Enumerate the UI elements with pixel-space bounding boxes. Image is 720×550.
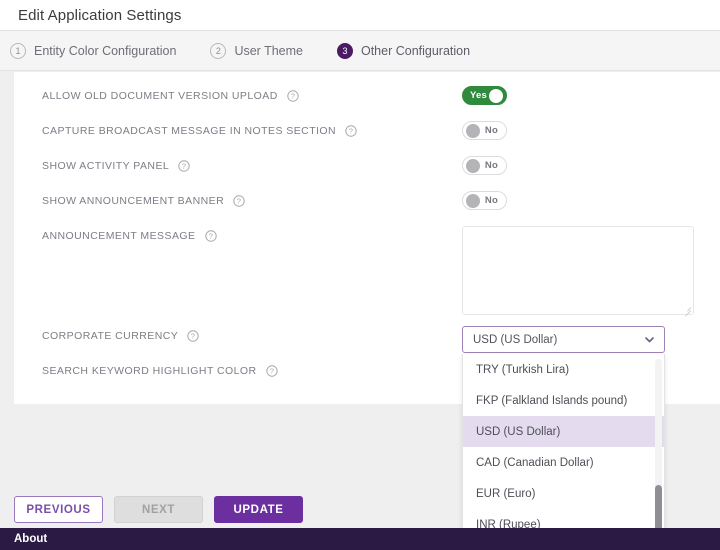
setting-label: SEARCH KEYWORD HIGHLIGHT COLOR bbox=[42, 365, 257, 377]
currency-options-dropdown[interactable]: TRY (Turkish Lira) FKP (Falkland Islands… bbox=[462, 354, 665, 537]
previous-button[interactable]: PREVIOUS bbox=[14, 496, 103, 523]
about-link[interactable]: About bbox=[14, 533, 47, 545]
setting-label-wrapper: SHOW ANNOUNCEMENT BANNER ? bbox=[42, 191, 462, 207]
app-header: Edit Application Settings bbox=[0, 0, 720, 31]
svg-text:?: ? bbox=[191, 332, 196, 341]
currency-option[interactable]: CAD (Canadian Dollar) bbox=[463, 447, 664, 478]
setting-control bbox=[462, 226, 720, 315]
toggle-knob bbox=[466, 159, 480, 173]
toggle-show-announcement-banner[interactable]: No bbox=[462, 191, 507, 210]
setting-label: ALLOW OLD DOCUMENT VERSION UPLOAD bbox=[42, 90, 278, 102]
corporate-currency-select-wrapper: USD (US Dollar) TRY (Turkish Lira) FKP (… bbox=[462, 326, 665, 353]
step-label: User Theme bbox=[234, 44, 303, 58]
help-circle-icon[interactable]: ? bbox=[287, 90, 299, 102]
tab-other-configuration[interactable]: 3 Other Configuration bbox=[337, 43, 470, 59]
step-number: 2 bbox=[210, 43, 226, 59]
setting-label-wrapper: ALLOW OLD DOCUMENT VERSION UPLOAD ? bbox=[42, 86, 462, 102]
corporate-currency-select[interactable]: USD (US Dollar) bbox=[462, 326, 665, 353]
toggle-capture-broadcast-message[interactable]: No bbox=[462, 121, 507, 140]
tab-entity-color-configuration[interactable]: 1 Entity Color Configuration bbox=[10, 43, 176, 59]
svg-text:?: ? bbox=[237, 197, 242, 206]
toggle-label: Yes bbox=[470, 90, 487, 101]
setting-control: Yes bbox=[462, 86, 720, 105]
setting-control: No bbox=[462, 156, 720, 175]
setting-label: CORPORATE CURRENCY bbox=[42, 330, 178, 342]
svg-text:?: ? bbox=[182, 162, 187, 171]
chevron-down-icon[interactable] bbox=[643, 333, 656, 346]
toggle-label: No bbox=[485, 195, 498, 206]
setting-row-allow-old-document-version-upload: ALLOW OLD DOCUMENT VERSION UPLOAD ? Yes bbox=[14, 86, 720, 121]
setting-row-show-announcement-banner: SHOW ANNOUNCEMENT BANNER ? No bbox=[14, 191, 720, 226]
help-circle-icon[interactable]: ? bbox=[178, 160, 190, 172]
setting-label: SHOW ACTIVITY PANEL bbox=[42, 160, 169, 172]
toggle-label: No bbox=[485, 125, 498, 136]
dropdown-scrollbar-thumb[interactable] bbox=[655, 485, 662, 531]
bottom-bar: About bbox=[0, 528, 720, 550]
tab-user-theme[interactable]: 2 User Theme bbox=[210, 43, 303, 59]
toggle-allow-old-document-version-upload[interactable]: Yes bbox=[462, 86, 507, 105]
help-circle-icon[interactable]: ? bbox=[266, 365, 278, 377]
toggle-show-activity-panel[interactable]: No bbox=[462, 156, 507, 175]
next-button[interactable]: NEXT bbox=[114, 496, 203, 523]
setting-label-wrapper: SEARCH KEYWORD HIGHLIGHT COLOR ? bbox=[42, 361, 462, 377]
svg-text:?: ? bbox=[349, 127, 354, 136]
step-number: 3 bbox=[337, 43, 353, 59]
svg-text:?: ? bbox=[208, 232, 213, 241]
help-circle-icon[interactable]: ? bbox=[187, 330, 199, 342]
setting-label-wrapper: CAPTURE BROADCAST MESSAGE IN NOTES SECTI… bbox=[42, 121, 462, 137]
announcement-message-textarea[interactable] bbox=[462, 226, 694, 315]
toggle-label: No bbox=[485, 160, 498, 171]
setting-label: ANNOUNCEMENT MESSAGE bbox=[42, 230, 196, 242]
step-label: Entity Color Configuration bbox=[34, 44, 176, 58]
currency-option[interactable]: FKP (Falkland Islands pound) bbox=[463, 385, 664, 416]
setting-label: SHOW ANNOUNCEMENT BANNER bbox=[42, 195, 224, 207]
setting-row-corporate-currency: CORPORATE CURRENCY ? USD (US Dollar) TRY… bbox=[14, 326, 720, 361]
toggle-knob bbox=[489, 89, 503, 103]
stepper-tabs: 1 Entity Color Configuration 2 User Them… bbox=[0, 31, 720, 71]
form-action-buttons: PREVIOUS NEXT UPDATE bbox=[14, 496, 314, 523]
setting-row-announcement-message: ANNOUNCEMENT MESSAGE ? bbox=[14, 226, 720, 326]
svg-text:?: ? bbox=[269, 367, 274, 376]
toggle-knob bbox=[466, 194, 480, 208]
toggle-knob bbox=[466, 124, 480, 138]
help-circle-icon[interactable]: ? bbox=[345, 125, 357, 137]
setting-label-wrapper: ANNOUNCEMENT MESSAGE ? bbox=[42, 226, 462, 242]
step-label: Other Configuration bbox=[361, 44, 470, 58]
dropdown-scrollbar[interactable] bbox=[655, 359, 662, 531]
page-title: Edit Application Settings bbox=[18, 7, 181, 24]
setting-label: CAPTURE BROADCAST MESSAGE IN NOTES SECTI… bbox=[42, 125, 336, 137]
setting-label-wrapper: SHOW ACTIVITY PANEL ? bbox=[42, 156, 462, 172]
setting-label-wrapper: CORPORATE CURRENCY ? bbox=[42, 326, 462, 342]
currency-option[interactable]: TRY (Turkish Lira) bbox=[463, 354, 664, 385]
help-circle-icon[interactable]: ? bbox=[233, 195, 245, 207]
update-button[interactable]: UPDATE bbox=[214, 496, 303, 523]
setting-control: No bbox=[462, 191, 720, 210]
svg-text:?: ? bbox=[290, 92, 295, 101]
currency-option-selected[interactable]: USD (US Dollar) bbox=[463, 416, 664, 447]
help-circle-icon[interactable]: ? bbox=[205, 230, 217, 242]
setting-row-show-activity-panel: SHOW ACTIVITY PANEL ? No bbox=[14, 156, 720, 191]
setting-row-capture-broadcast-message-in-notes-section: CAPTURE BROADCAST MESSAGE IN NOTES SECTI… bbox=[14, 121, 720, 156]
setting-control: USD (US Dollar) TRY (Turkish Lira) FKP (… bbox=[462, 326, 720, 353]
settings-rows: ALLOW OLD DOCUMENT VERSION UPLOAD ? Yes … bbox=[14, 72, 720, 396]
step-number: 1 bbox=[10, 43, 26, 59]
setting-control: No bbox=[462, 121, 720, 140]
settings-card: ALLOW OLD DOCUMENT VERSION UPLOAD ? Yes … bbox=[14, 72, 720, 404]
selected-currency-value: USD (US Dollar) bbox=[473, 334, 557, 346]
resize-handle-icon[interactable] bbox=[681, 302, 692, 313]
currency-option[interactable]: EUR (Euro) bbox=[463, 478, 664, 509]
